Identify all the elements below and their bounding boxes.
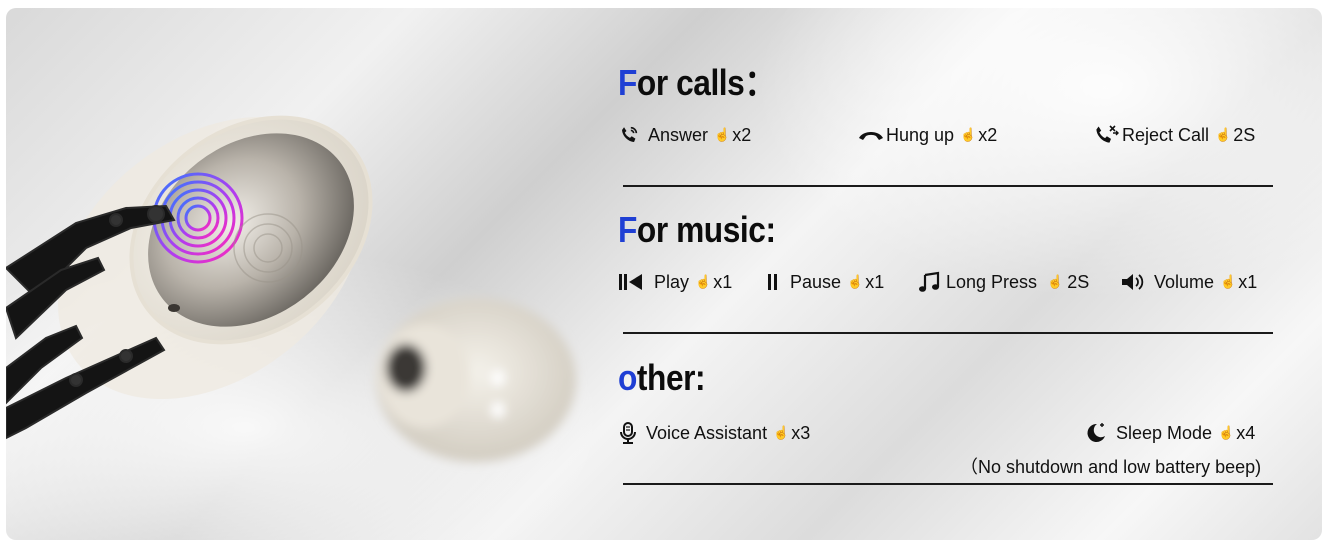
earbud-mic-hole <box>168 304 180 312</box>
reject-call-control: Reject Call ☝ 2S <box>1094 120 1255 150</box>
pause-label: Pause <box>790 271 842 292</box>
sleep-mode-control: Sleep Mode ☝ x4 <box>1084 418 1255 448</box>
tap-hand-icon: ☝ <box>1218 425 1235 440</box>
hang-up-control: Hung up ☝ x2 <box>858 120 997 150</box>
calls-controls-row: Answer ☝ x2 Hung up ☝ x2 Reject Call ☝ 2… <box>618 120 1274 150</box>
hang-up-icon <box>858 128 884 142</box>
section-divider <box>623 483 1273 485</box>
pause-control: Pause ☝ x1 <box>766 267 884 297</box>
long-press-control: Long Press ☝ 2S <box>918 267 1089 297</box>
volume-label: Volume <box>1154 271 1215 292</box>
music-controls-row: Play ☝ x1 Pause ☝ x1 Long Press ☝ 2S Vol… <box>618 267 1274 297</box>
tap-hand-icon: ☝ <box>1220 274 1237 289</box>
volume-control: Volume ☝ x1 <box>1120 267 1257 297</box>
section-divider <box>623 185 1273 187</box>
answer-control: Answer ☝ x2 <box>618 120 751 150</box>
pause-icon <box>766 272 780 292</box>
tap-hand-icon: ☝ <box>960 127 977 142</box>
sleep-mode-note: （No shutdown and low battery beep) <box>960 457 1262 477</box>
voice-assistant-control: Voice Assistant ☝ x3 <box>618 418 810 448</box>
pause-gesture: x1 <box>865 271 885 292</box>
tap-hand-icon: ☝ <box>695 274 712 289</box>
play-gesture: x1 <box>713 271 733 292</box>
play-control: Play ☝ x1 <box>618 267 732 297</box>
tap-hand-icon: ☝ <box>773 425 790 440</box>
play-previous-icon <box>618 272 646 292</box>
section-divider <box>623 332 1273 334</box>
voice-assistant-gesture: x3 <box>791 422 811 443</box>
long-press-label: Long Press <box>946 271 1038 292</box>
sleep-mode-label: Sleep Mode <box>1116 422 1213 443</box>
hang-up-label: Hung up <box>886 124 955 145</box>
calls-heading: For calls： <box>618 62 776 103</box>
moon-icon <box>1084 421 1108 445</box>
long-press-gesture: 2S <box>1067 271 1090 292</box>
tap-hand-icon: ☝ <box>1215 127 1232 142</box>
tap-hand-icon: ☝ <box>847 274 864 289</box>
volume-icon <box>1120 272 1148 292</box>
reject-call-icon <box>1094 124 1120 146</box>
voice-assistant-label: Voice Assistant <box>646 422 768 443</box>
second-earbud <box>376 298 576 462</box>
microphone-icon <box>618 421 638 445</box>
answer-label: Answer <box>648 124 709 145</box>
answer-gesture: x2 <box>732 124 752 145</box>
hang-up-gesture: x2 <box>978 124 998 145</box>
earbud-touch-illustration <box>6 115 576 462</box>
phone-ringing-icon <box>618 124 640 146</box>
tap-hand-icon: ☝ <box>714 127 731 142</box>
play-label: Play <box>654 271 690 292</box>
music-note-icon <box>918 271 940 293</box>
tap-hand-icon: ☝ <box>1047 274 1064 289</box>
reject-call-gesture: 2S <box>1233 124 1256 145</box>
volume-gesture: x1 <box>1238 271 1258 292</box>
sleep-mode-gesture: x4 <box>1236 422 1256 443</box>
other-heading: other: <box>618 357 706 398</box>
music-heading: For music: <box>618 209 776 250</box>
reject-call-label: Reject Call <box>1122 124 1210 145</box>
other-controls-row: Voice Assistant ☝ x3 Sleep Mode ☝ x4 <box>618 418 1274 448</box>
